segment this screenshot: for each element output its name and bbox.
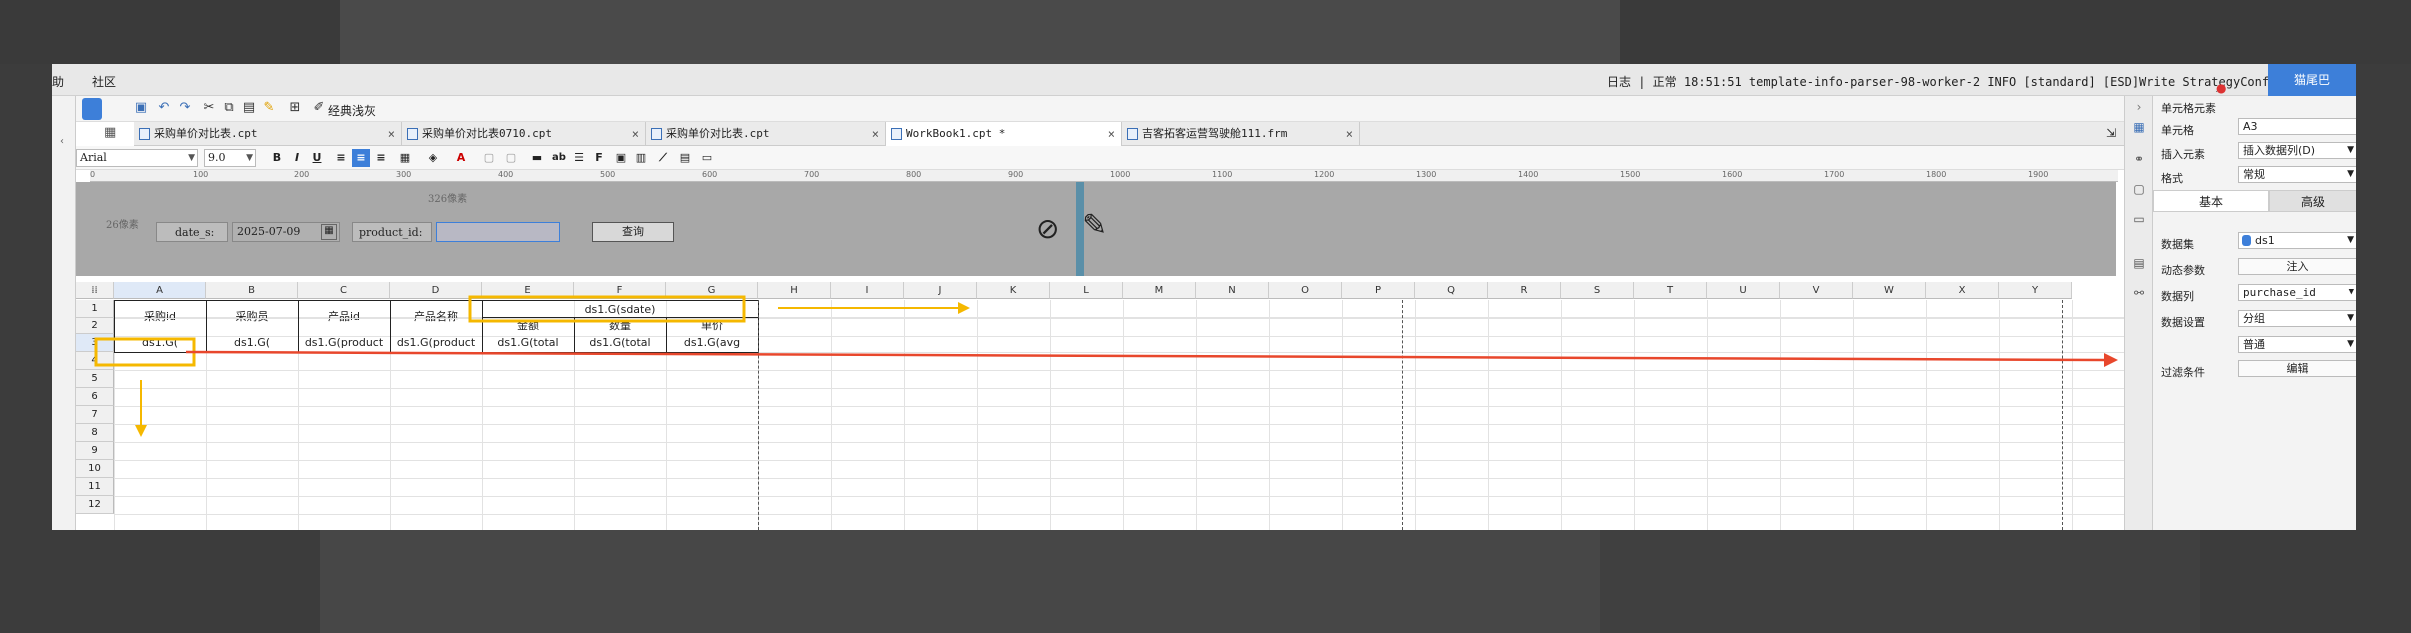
annotation-box-merged-header — [468, 295, 746, 323]
annotation-box-selected-cell — [94, 337, 196, 367]
arrowhead-icon — [958, 302, 970, 314]
arrowhead-icon — [135, 425, 147, 437]
annotation-layer — [94, 295, 2118, 437]
arrowhead-icon — [2104, 353, 2118, 367]
annotation-arrow-red — [185, 350, 2105, 362]
